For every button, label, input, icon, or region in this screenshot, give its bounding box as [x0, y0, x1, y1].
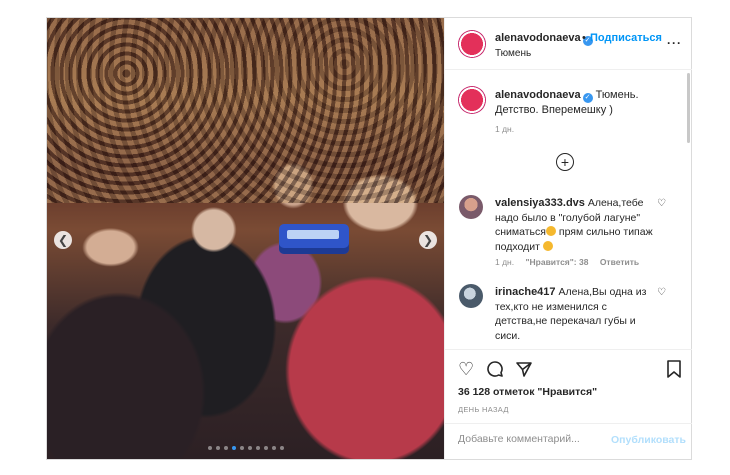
more-options-icon[interactable]: ··· — [667, 36, 682, 50]
header-separator: • — [582, 32, 586, 44]
comments-area[interactable]: alenavodonaeva ✓ Тюмень. Детство. Впереме… — [445, 71, 692, 349]
author-avatar[interactable] — [458, 30, 486, 58]
carousel-dot — [207, 446, 212, 450]
save-bookmark-icon[interactable] — [666, 360, 682, 381]
post-actions: ♡ 36 128 отметок "Нравится" ДЕНЬ НАЗАД — [445, 349, 692, 423]
add-comment-input[interactable] — [458, 433, 598, 445]
next-slide-button[interactable]: ❯ — [419, 231, 437, 249]
comment-text: valensiya333.dvs Алена,тебе надо было в … — [495, 196, 655, 254]
carousel-dot — [239, 446, 244, 450]
carousel-dot — [255, 446, 260, 450]
share-paper-plane-icon[interactable] — [515, 360, 533, 381]
previous-slide-button[interactable]: ❮ — [54, 231, 72, 249]
carousel-dot — [279, 446, 284, 450]
carousel-dot — [247, 446, 252, 450]
carousel-dot — [223, 446, 228, 450]
post-timestamp[interactable]: ДЕНЬ НАЗАД — [458, 405, 509, 414]
comment-timestamp[interactable]: 1 дн. — [495, 257, 514, 267]
carousel-dot — [215, 446, 220, 450]
commenter-avatar[interactable] — [459, 195, 483, 219]
chevron-right-icon: ❯ — [422, 233, 434, 247]
comments-scrollbar[interactable] — [687, 73, 690, 143]
comment-bubble-icon[interactable] — [486, 360, 504, 381]
load-more-comments-button[interactable]: + — [556, 153, 574, 171]
add-comment-bar: Опубликовать — [445, 423, 692, 459]
verified-badge-icon: ✓ — [582, 93, 593, 103]
follow-button[interactable]: Подписаться — [590, 32, 662, 44]
comment-like-heart-icon[interactable]: ♡ — [657, 287, 666, 298]
carousel-indicator — [47, 446, 444, 450]
comment-likes-count[interactable]: "Нравится": 38 — [525, 257, 588, 267]
reply-button[interactable]: Ответить — [600, 257, 639, 267]
carousel-dot — [263, 446, 268, 450]
post-sidebar: alenavodonaeva ✓ • Подписаться Тюмень ···… — [444, 18, 692, 459]
caption-username-text[interactable]: alenavodonaeva — [495, 89, 581, 101]
author-username[interactable]: alenavodonaeva ✓ — [495, 32, 593, 46]
chevron-left-icon: ❮ — [57, 233, 69, 247]
post-location[interactable]: Тюмень — [495, 48, 531, 59]
caption-text: alenavodonaeva ✓ Тюмень. Детство. Впереме… — [495, 88, 677, 118]
comment-text: irinache417 Алена,Вы одна из тех,кто не … — [495, 285, 655, 343]
photo-background-rug — [47, 18, 444, 204]
comment-like-heart-icon[interactable]: ♡ — [657, 198, 666, 209]
smiling-emoji-icon — [542, 240, 553, 251]
author-username-text[interactable]: alenavodonaeva — [495, 32, 581, 44]
post-card: ❮ ❯ alenavodonaeva✓ • Подписаться Тюмен — [46, 17, 692, 460]
commenter-username[interactable]: irinache417 — [495, 286, 556, 298]
caption-username[interactable]: alenavodonaeva ✓ — [495, 89, 596, 103]
carousel-dot — [271, 446, 276, 450]
grinning-emoji-icon — [545, 226, 556, 236]
likes-count[interactable]: 36 128 отметок "Нравится" — [458, 386, 597, 398]
carousel-dot-active — [231, 446, 236, 450]
commenter-username[interactable]: valensiya333.dvs — [495, 197, 585, 209]
like-heart-icon[interactable]: ♡ — [458, 360, 474, 378]
publish-button[interactable]: Опубликовать — [611, 434, 686, 446]
photo-toy-bus — [279, 224, 349, 254]
plus-circle-icon: + — [560, 154, 570, 170]
caption-timestamp[interactable]: 1 дн. — [495, 124, 514, 134]
post-header: alenavodonaeva ✓ • Подписаться Тюмень ··· — [445, 18, 692, 70]
caption-avatar[interactable] — [458, 86, 486, 114]
post-photo[interactable]: ❮ ❯ — [47, 18, 444, 459]
comment-meta: 1 дн. "Нравится": 38 Ответить — [495, 257, 648, 267]
commenter-avatar[interactable] — [459, 284, 483, 308]
